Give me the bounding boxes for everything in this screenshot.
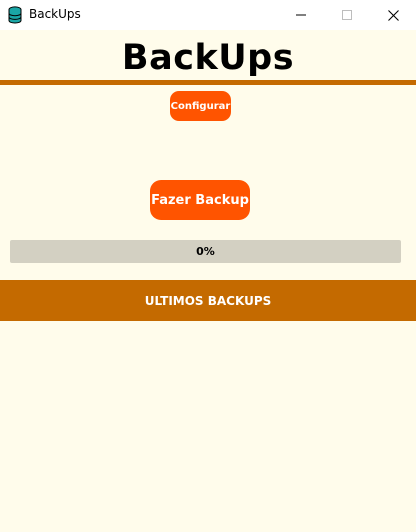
recent-backups-title: ULTIMOS BACKUPS xyxy=(144,293,272,308)
maximize-icon xyxy=(342,10,352,20)
window-title: BackUps xyxy=(29,7,81,21)
configure-button[interactable]: Configurar xyxy=(170,91,231,121)
backup-progress-bar: 0% xyxy=(10,240,401,263)
minimize-button[interactable] xyxy=(278,0,324,30)
backup-button[interactable]: Fazer Backup xyxy=(150,180,250,220)
app-header: BackUps xyxy=(0,30,416,80)
close-button[interactable] xyxy=(370,0,416,30)
close-icon xyxy=(387,9,399,21)
recent-backups-header: ULTIMOS BACKUPS xyxy=(0,280,416,321)
maximize-button[interactable] xyxy=(324,0,370,30)
header-divider xyxy=(0,80,416,85)
recent-backups-list xyxy=(0,321,416,532)
progress-label: 0% xyxy=(196,245,215,258)
database-icon xyxy=(8,6,22,24)
page-title: BackUps xyxy=(121,38,295,78)
app-window: BackUps BackUps Configurar Fazer Backup … xyxy=(0,0,416,532)
minimize-icon xyxy=(296,14,306,16)
title-bar[interactable]: BackUps xyxy=(0,0,416,30)
